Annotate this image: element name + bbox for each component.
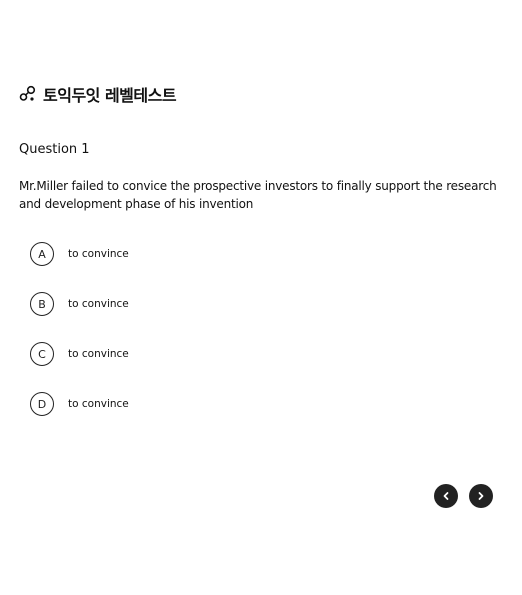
- question-text: Mr.Miller failed to convice the prospect…: [19, 179, 497, 211]
- option-d-letter[interactable]: D: [30, 392, 54, 416]
- next-button[interactable]: [469, 484, 493, 508]
- option-d[interactable]: D to convince: [30, 391, 129, 417]
- connected-dots-icon: [19, 85, 37, 103]
- option-b-letter[interactable]: B: [30, 292, 54, 316]
- option-c[interactable]: C to convince: [30, 341, 129, 367]
- previous-button[interactable]: [434, 484, 458, 508]
- option-b-text[interactable]: to convince: [68, 298, 129, 310]
- option-b[interactable]: B to convince: [30, 291, 129, 317]
- question-number: Question 1: [19, 142, 90, 157]
- header: 토익두잇 레벨테스트: [19, 83, 177, 105]
- option-a[interactable]: A to convince: [30, 241, 129, 267]
- option-a-letter[interactable]: A: [30, 242, 54, 266]
- app-title: 토익두잇 레벨테스트: [43, 86, 177, 105]
- option-d-text[interactable]: to convince: [68, 398, 129, 410]
- chevron-left-icon: [441, 491, 451, 501]
- answer-options: A to convince B to convince C to convinc…: [30, 241, 129, 441]
- option-a-text[interactable]: to convince: [68, 248, 129, 260]
- chevron-right-icon: [476, 491, 486, 501]
- option-c-text[interactable]: to convince: [68, 348, 129, 360]
- option-c-letter[interactable]: C: [30, 342, 54, 366]
